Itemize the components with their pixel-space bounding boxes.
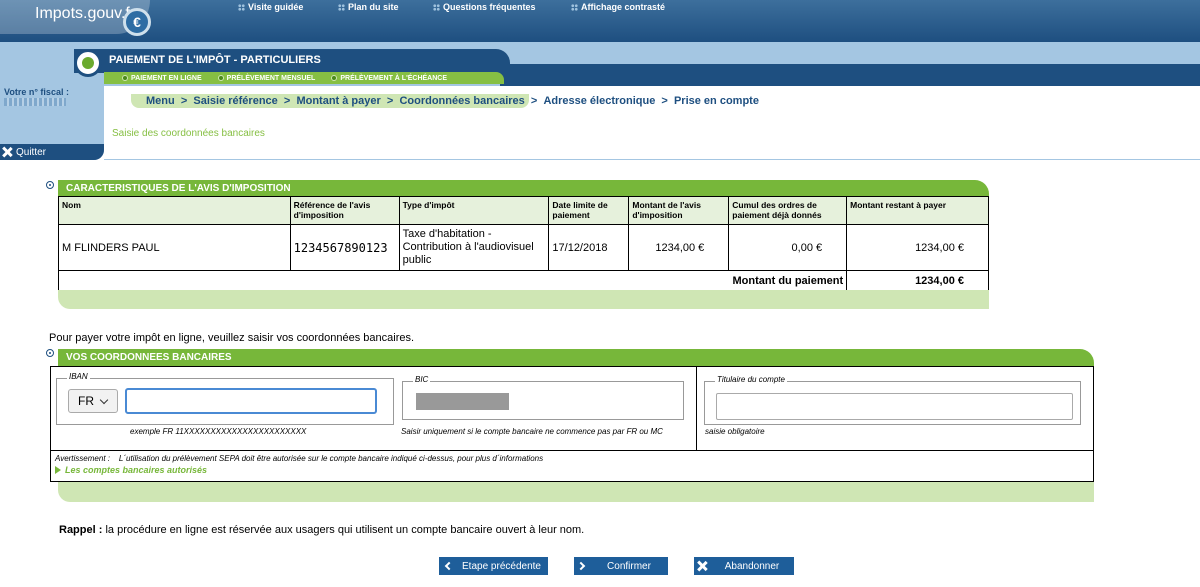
chevron-down-icon <box>99 395 109 404</box>
breadcrumb-step-montant: Montant à payer <box>296 95 381 107</box>
iban-example: exemple FR 11XXXXXXXXXXXXXXXXXXXXXXX <box>130 427 307 436</box>
bullet-icon <box>217 75 224 81</box>
link-questions-frequentes[interactable]: Questions fréquentes <box>433 2 536 12</box>
chevron-right-icon <box>574 557 590 575</box>
title-bullet-icon <box>74 49 102 77</box>
logo-emblem-icon: € <box>123 8 151 36</box>
table-header-row: Nom Référence de l'avis d'imposition Typ… <box>58 196 989 225</box>
divider <box>696 366 697 450</box>
cell-restant: 1234,00 € <box>846 224 989 271</box>
avis-table: Nom Référence de l'avis d'imposition Typ… <box>57 196 989 291</box>
dots-icon <box>433 3 440 11</box>
total-label: Montant du paiement <box>57 270 848 291</box>
link-affichage-contraste[interactable]: Affichage contrasté <box>571 2 665 12</box>
instructions-text: Pour payer votre impôt en ligne, veuille… <box>49 332 415 344</box>
link-plan-du-site[interactable]: Plan du site <box>338 2 399 12</box>
dots-icon <box>238 3 245 11</box>
breadcrumb: Menu > Saisie référence > Montant à paye… <box>146 95 759 107</box>
titulaire-legend: Titulaire du compte <box>715 375 787 384</box>
page-subtitle: Saisie des coordonnées bancaires <box>112 128 265 139</box>
titulaire-input[interactable] <box>716 393 1073 420</box>
cell-montant: 1234,00 € <box>628 224 730 271</box>
iban-input[interactable] <box>125 388 377 414</box>
close-icon <box>2 147 12 157</box>
total-row: Montant du paiement 1234,00 € <box>57 270 989 291</box>
previous-step-button[interactable]: Etape précédente <box>439 557 548 575</box>
breadcrumb-step-saisie-reference: Saisie référence <box>193 95 278 107</box>
iban-legend: IBAN <box>67 372 90 381</box>
iban-country-select[interactable]: FR <box>68 389 118 413</box>
fiscal-number-value <box>4 98 66 106</box>
allowed-accounts-link[interactable]: Les comptes bancaires autorisés <box>55 465 207 475</box>
subtabs-bar: PAIEMENT EN LIGNE PRÉLÈVEMENT MENSUEL PR… <box>104 72 504 84</box>
bullet-icon <box>331 75 338 81</box>
bullet-icon <box>122 75 128 81</box>
column-header: Référence de l'avis d'imposition <box>289 196 400 225</box>
column-header: Cumul des ordres de paiement déjà donnés <box>728 196 848 225</box>
header-divider <box>104 159 1200 160</box>
title-bar-extension <box>500 64 1200 86</box>
bic-hint: Saisir uniquement si le compte bancaire … <box>401 427 663 436</box>
cancel-button[interactable]: Abandonner <box>694 557 794 575</box>
cell-cumul: 0,00 € <box>728 224 848 271</box>
tab-prelevement-mensuel[interactable]: PRÉLÈVEMENT MENSUEL <box>217 75 315 82</box>
page-title: PAIEMENT DE L'IMPÔT - PARTICULIERS <box>109 54 321 66</box>
fiscal-number-label: Votre n° fiscal : <box>4 87 69 97</box>
avis-section-heading: CARACTERISTIQUES DE L'AVIS D'IMPOSITION <box>58 180 989 196</box>
confirm-button[interactable]: Confirmer <box>574 557 668 575</box>
column-header: Montant de l'avis d'imposition <box>628 196 730 225</box>
cell-reference: 1234567890123 <box>289 224 400 271</box>
column-header: Nom <box>58 196 291 225</box>
coords-section-heading: VOS COORDONNEES BANCAIRES <box>58 349 1094 366</box>
tab-prelevement-echeance[interactable]: PRÉLÈVEMENT À L'ÉCHÉANCE <box>331 75 447 82</box>
section-bullet-icon <box>46 349 54 357</box>
table-row: M FLINDERS PAUL 1234567890123 Taxe d'hab… <box>58 224 989 271</box>
bic-legend: BIC <box>413 375 431 384</box>
chevron-left-icon <box>439 557 455 575</box>
avis-section-footer <box>58 290 989 309</box>
quit-button[interactable]: Quitter <box>0 144 104 160</box>
close-icon <box>694 557 710 575</box>
breadcrumb-step-prise-en-compte: Prise en compte <box>673 95 759 107</box>
arrow-right-icon <box>55 466 61 474</box>
breadcrumb-step-coordonnees: Coordonnées bancaires <box>399 95 525 107</box>
tab-paiement-en-ligne[interactable]: PAIEMENT EN LIGNE <box>122 75 202 82</box>
dots-icon <box>571 3 578 11</box>
cell-nom: M FLINDERS PAUL <box>58 224 291 271</box>
link-visite-guidee[interactable]: Visite guidée <box>238 2 303 12</box>
titulaire-hint: saisie obligatoire <box>705 427 765 436</box>
dots-icon <box>338 3 345 11</box>
breadcrumb-step-adresse: Adresse électronique <box>543 95 656 107</box>
divider <box>50 450 1094 451</box>
sepa-warning: Avertissement : L´utilisation du prélève… <box>55 454 544 463</box>
bic-input[interactable] <box>416 393 509 410</box>
cell-type: Taxe d'habitation - Contribution à l'aud… <box>398 224 550 271</box>
breadcrumb-step-menu: Menu <box>146 95 175 107</box>
coords-section-footer <box>58 482 1094 502</box>
cell-date: 17/12/2018 <box>548 224 630 271</box>
rappel-note: Rappel : la procédure en ligne est réser… <box>59 524 585 536</box>
column-header: Type d'impôt <box>398 196 550 225</box>
total-value: 1234,00 € <box>846 270 989 291</box>
site-logo[interactable]: Impots.gouv.fr <box>35 5 135 23</box>
column-header: Date limite de paiement <box>548 196 630 225</box>
column-header: Montant restant à payer <box>846 196 989 225</box>
section-bullet-icon <box>46 181 54 189</box>
